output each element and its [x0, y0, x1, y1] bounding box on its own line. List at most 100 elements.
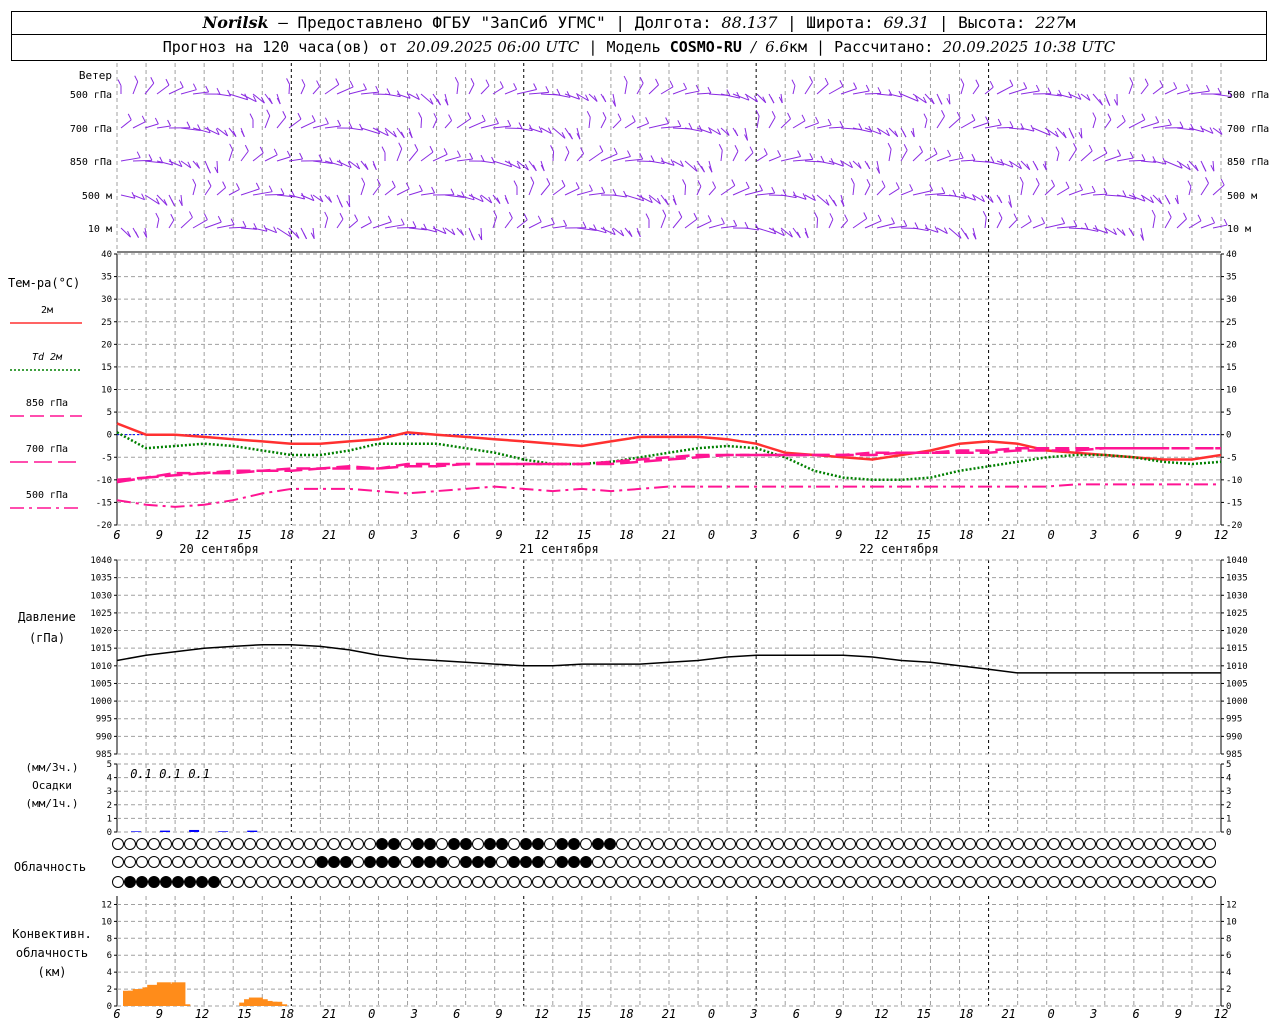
cloud-cover-icon [184, 838, 196, 850]
precip-bar [218, 831, 229, 832]
cloud-cover-icon [400, 856, 412, 868]
hour-label-bottom: 12 [195, 1007, 209, 1021]
hour-label-bottom: 15 [577, 1007, 591, 1021]
cloud-cover-icon [112, 856, 124, 868]
wind-barb-flag [941, 110, 945, 117]
wind-barb [552, 225, 567, 229]
temperature-tick-left: 40 [101, 250, 112, 260]
cloud-cover-icon [112, 876, 124, 888]
wind-barb-flag [324, 211, 329, 219]
wind-barb-flag [990, 156, 995, 163]
wind-barb-flag [771, 186, 776, 194]
cloud-cover-icon [244, 876, 256, 888]
wind-barb-flag [734, 129, 739, 137]
cloud-cover-icon [1192, 838, 1204, 850]
wind-barb [1020, 182, 1024, 196]
pressure-tick-left: 1000 [90, 697, 112, 707]
wind-barb [756, 153, 768, 162]
cloud-cover-icon [796, 838, 808, 850]
wind-barb [660, 86, 674, 95]
cloud-cover-icon [124, 876, 136, 888]
convective-tick-left: 10 [101, 917, 112, 927]
hour-label: 3 [749, 528, 757, 542]
cloud-cover-icon [424, 856, 436, 868]
wind-barb [984, 86, 994, 95]
wind-barb [660, 125, 681, 129]
wind-barb-flag [814, 212, 819, 219]
wind-barb [1176, 89, 1190, 95]
wind-barb-flag [1173, 82, 1178, 89]
wind-barb [1200, 182, 1209, 196]
cloud-cover-icon [916, 838, 928, 850]
cloud-cover-icon [472, 876, 484, 888]
wind-barb-flag [903, 219, 908, 227]
cloud-cover-icon [1156, 856, 1168, 868]
wind-barb-flag [602, 95, 607, 103]
wind-barb-flag [136, 151, 141, 158]
cloud-cover-icon [664, 876, 676, 888]
wind-barb-flag [1084, 222, 1089, 230]
wind-barb-flag [443, 148, 448, 155]
hour-label-bottom: 6 [113, 1007, 120, 1021]
pressure-tick-right: 1040 [1226, 556, 1248, 566]
wind-barb-flag [216, 87, 221, 95]
cloud-cover-icon [388, 876, 400, 888]
precip-ylabel: Осадки [32, 779, 72, 792]
temperature-tick-left: -20 [96, 521, 112, 531]
temperature-tick-left: 30 [101, 295, 112, 305]
wind-barb-flag [1013, 213, 1018, 220]
wind-barb [120, 119, 132, 129]
temperature-tick-right: -20 [1226, 521, 1242, 531]
wind-barb-flag [745, 181, 750, 189]
wind-barb [1056, 187, 1070, 196]
cloud-cover-icon [616, 856, 628, 868]
wind-level-label-right: 850 гПа [1227, 157, 1269, 168]
wind-barb-flag [127, 113, 132, 121]
wind-barb [720, 127, 730, 136]
wind-barb [564, 187, 580, 196]
cloud-cover-icon [412, 838, 424, 850]
cloud-cover-icon [1108, 876, 1120, 888]
pressure-tick-left: 1010 [90, 662, 112, 672]
convective-tick-left: 6 [107, 951, 112, 961]
wind-barb [1200, 222, 1215, 229]
wind-barb-flag [683, 82, 688, 90]
wind-barb-flag [361, 177, 366, 185]
cloud-cover-icon [640, 838, 652, 850]
cloud-cover-icon [1048, 838, 1060, 850]
temperature-tick-left: 5 [107, 408, 112, 418]
wind-barb [1116, 120, 1126, 129]
wind-barb [816, 83, 829, 95]
cloud-cover-icon [1132, 838, 1144, 850]
convective-tick-right: 12 [1226, 900, 1237, 910]
cloud-cover-icon [688, 856, 700, 868]
cloud-cover-icon [508, 876, 520, 888]
wind-barb-flag [865, 84, 870, 92]
wind-barb-flag [815, 116, 820, 124]
cloud-cover-icon [724, 876, 736, 888]
wind-barb-flag [268, 185, 273, 192]
cloud-cover-icon [268, 856, 280, 868]
wind-barb [420, 151, 434, 162]
wind-barb [828, 126, 843, 129]
cloud-cover-icon [1060, 856, 1072, 868]
pressure-tick-left: 995 [96, 715, 112, 725]
temperature-tick-right: 30 [1226, 295, 1237, 305]
wind-barb [1080, 150, 1093, 162]
cloud-cover-icon [772, 838, 784, 850]
wind-barb [660, 215, 667, 229]
wind-level-label-right: 10 м [1227, 224, 1251, 235]
cloud-cover-icon [676, 856, 688, 868]
hour-label-bottom: 9 [496, 1007, 503, 1021]
cloud-cover-icon [1036, 856, 1048, 868]
wind-barb [936, 155, 951, 162]
temperature-tick-left: -5 [101, 453, 112, 463]
cloud-cover-icon [484, 856, 496, 868]
wind-title: Ветер [79, 69, 112, 82]
cloud-cover-icon [748, 876, 760, 888]
cloud-cover-icon [472, 838, 484, 850]
hour-label: 0 [368, 528, 375, 542]
cloud-cover-icon [292, 838, 304, 850]
wind-barb [564, 152, 570, 162]
wind-barb-flag [877, 87, 882, 94]
